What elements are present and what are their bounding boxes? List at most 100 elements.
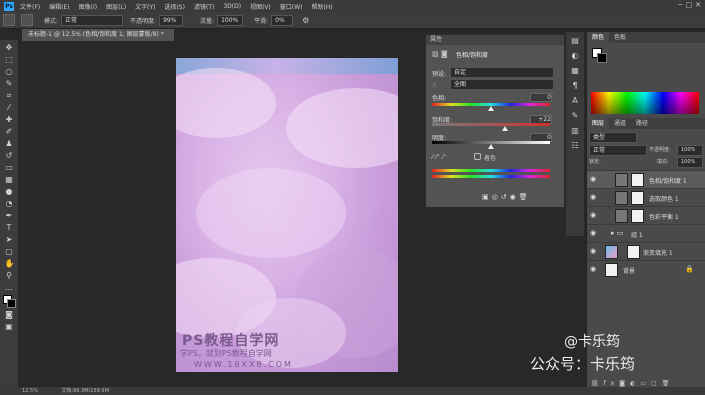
tab-paths[interactable]: 路径 bbox=[631, 118, 653, 129]
healing-tool-icon[interactable]: ✚ bbox=[5, 115, 14, 124]
colorize-checkbox[interactable] bbox=[474, 153, 481, 160]
visibility-eye-icon[interactable]: ◉ bbox=[590, 229, 596, 237]
brush-panel-icon[interactable] bbox=[21, 14, 33, 26]
saturation-slider-track[interactable] bbox=[432, 123, 550, 126]
tab-channels[interactable]: 通道 bbox=[609, 118, 631, 129]
layer-row[interactable]: ◉ ▸ ▭ 组 1 bbox=[587, 224, 705, 242]
dodge-tool-icon[interactable]: ◔ bbox=[5, 199, 14, 208]
flow-field[interactable]: 100% bbox=[217, 14, 244, 26]
menu-type[interactable]: 文字(Y) bbox=[135, 2, 155, 11]
add-mask-icon[interactable]: ◙ bbox=[619, 380, 630, 387]
visibility-eye-icon[interactable]: ◉ bbox=[590, 211, 596, 219]
new-adjustment-icon[interactable]: ◐ bbox=[630, 380, 640, 387]
layer-kind-filter[interactable]: 类型 bbox=[589, 132, 637, 143]
adjustments-panel-icon[interactable]: ◐ bbox=[572, 51, 579, 60]
menu-image[interactable]: 图像(I) bbox=[79, 2, 97, 11]
zoom-tool-icon[interactable]: ⚲ bbox=[5, 271, 14, 280]
blur-tool-icon[interactable]: ● bbox=[5, 187, 14, 196]
path-select-tool-icon[interactable]: ➤ bbox=[5, 235, 14, 244]
channel-select[interactable]: 全图 bbox=[450, 79, 554, 90]
eraser-tool-icon[interactable]: ▭ bbox=[5, 163, 14, 172]
color-ramp[interactable] bbox=[591, 92, 699, 114]
reset-icon[interactable]: ↺ bbox=[501, 193, 510, 201]
gradient-tool-icon[interactable]: ▦ bbox=[5, 175, 14, 184]
background-color-swatch[interactable] bbox=[597, 53, 607, 63]
brush-tool-icon[interactable]: ✐ bbox=[5, 127, 14, 136]
eyedropper-icons[interactable]: ⁄ ⁄⁺ ⁄⁻ bbox=[432, 153, 447, 161]
hue-field[interactable]: 0 bbox=[530, 93, 552, 102]
layer-comps-icon[interactable]: ▥ bbox=[571, 126, 579, 135]
brush-settings-icon[interactable]: ✎ bbox=[572, 111, 579, 120]
history-panel-icon[interactable]: ▤ bbox=[571, 36, 579, 45]
layer-opacity-field[interactable]: 100% bbox=[677, 145, 703, 156]
lightness-slider-thumb[interactable] bbox=[488, 144, 494, 149]
delete-icon[interactable]: 🗑 bbox=[519, 193, 531, 201]
layer-row[interactable]: ◉ 渐变填充 1 bbox=[587, 242, 705, 260]
lasso-tool-icon[interactable]: ○ bbox=[5, 67, 14, 76]
minimize-icon[interactable]: ─ bbox=[678, 1, 682, 9]
opacity-field[interactable]: 99% bbox=[159, 14, 184, 26]
menu-file[interactable]: 文件(F) bbox=[20, 2, 40, 11]
clip-to-layer-icon[interactable]: ▣ bbox=[482, 193, 492, 201]
history-brush-icon[interactable]: ↺ bbox=[5, 151, 14, 160]
quick-select-tool-icon[interactable]: ✎ bbox=[5, 79, 14, 88]
hue-slider-thumb[interactable] bbox=[488, 106, 494, 111]
new-group-icon[interactable]: ▭ bbox=[640, 380, 651, 387]
mode-select[interactable]: 正常 bbox=[61, 14, 124, 26]
foreground-background-colors[interactable] bbox=[3, 295, 16, 308]
visibility-eye-icon[interactable]: ◉ bbox=[590, 175, 596, 183]
menu-window[interactable]: 窗口(W) bbox=[280, 2, 303, 11]
menu-filter[interactable]: 滤镜(T) bbox=[194, 2, 214, 11]
screen-mode-icon[interactable]: ▣ bbox=[5, 322, 14, 331]
eyedropper-tool-icon[interactable]: ⁄ bbox=[5, 103, 14, 112]
hand-tool-icon[interactable]: ✋ bbox=[5, 259, 15, 268]
pen-tool-icon[interactable]: ✒ bbox=[5, 211, 14, 220]
menu-help[interactable]: 帮助(H) bbox=[312, 2, 333, 11]
tab-layers[interactable]: 图层 bbox=[587, 118, 610, 129]
character-panel-icon[interactable]: A bbox=[572, 96, 577, 105]
settings-gear-icon[interactable]: ⚙ bbox=[302, 16, 309, 25]
delete-layer-icon[interactable]: 🗑 bbox=[662, 380, 675, 387]
stamp-tool-icon[interactable]: ♟ bbox=[5, 139, 14, 148]
tab-color[interactable]: 颜色 bbox=[587, 32, 610, 43]
brush-preset-icon[interactable] bbox=[3, 14, 15, 26]
smooth-field[interactable]: 0% bbox=[271, 14, 294, 26]
document-canvas[interactable]: PS教程自学网 学PS，就到PS教程自学网 WWW.16XX8.COM bbox=[176, 58, 398, 372]
marquee-tool-icon[interactable]: ⬚ bbox=[5, 55, 14, 64]
tab-swatches[interactable]: 色板 bbox=[609, 32, 631, 43]
visibility-icon[interactable]: ◉ bbox=[510, 193, 519, 201]
swatch-panel-icon[interactable]: ▦ bbox=[571, 66, 579, 75]
menu-edit[interactable]: 编辑(E) bbox=[49, 2, 69, 11]
blend-mode-select[interactable]: 正常 bbox=[589, 145, 647, 156]
saturation-slider-thumb[interactable] bbox=[502, 126, 508, 131]
more-tools-icon[interactable]: … bbox=[5, 283, 14, 292]
document-tab[interactable]: 未标题-1 @ 12.5% (色相/饱和度 1, 图层蒙版/8) * bbox=[22, 29, 174, 41]
menu-3d[interactable]: 3D(D) bbox=[223, 3, 241, 10]
move-tool-icon[interactable]: ✥ bbox=[5, 43, 14, 52]
view-previous-icon[interactable]: ◎ bbox=[492, 193, 501, 201]
paragraph-panel-icon[interactable]: ¶ bbox=[572, 81, 577, 90]
new-layer-icon[interactable]: ▢ bbox=[651, 380, 662, 387]
visibility-eye-icon[interactable]: ◉ bbox=[590, 265, 596, 273]
layer-row[interactable]: ◉ 色相/饱和度 1 bbox=[587, 170, 705, 188]
layer-row[interactable]: ◉ 选取颜色 1 bbox=[587, 188, 705, 206]
visibility-eye-icon[interactable]: ◉ bbox=[590, 247, 596, 255]
shape-tool-icon[interactable]: ▢ bbox=[5, 247, 14, 256]
layer-row[interactable]: ◉ 背景 🔒 bbox=[587, 260, 705, 278]
menu-view[interactable]: 视图(V) bbox=[250, 2, 271, 11]
zoom-level[interactable]: 12.5% bbox=[22, 388, 38, 394]
visibility-eye-icon[interactable]: ◉ bbox=[590, 193, 596, 201]
link-layers-icon[interactable]: ⛓ bbox=[591, 380, 604, 387]
quick-mask-icon[interactable]: ◙ bbox=[5, 310, 14, 319]
fx-icon[interactable]: fx bbox=[604, 380, 620, 387]
crop-tool-icon[interactable]: ⌗ bbox=[5, 91, 14, 100]
menu-layer[interactable]: 图层(L) bbox=[106, 2, 126, 11]
close-icon[interactable]: ✕ bbox=[695, 1, 701, 9]
menu-select[interactable]: 选择(S) bbox=[164, 2, 185, 11]
properties-panel-icon[interactable]: ☷ bbox=[571, 141, 578, 150]
preset-select[interactable]: 自定 bbox=[450, 67, 554, 78]
layer-row[interactable]: ◉ 色彩平衡 1 bbox=[587, 206, 705, 224]
hand-adjust-icon[interactable]: ☝ bbox=[432, 81, 436, 89]
maximize-icon[interactable]: □ bbox=[686, 1, 693, 9]
fill-field[interactable]: 100% bbox=[677, 157, 703, 168]
